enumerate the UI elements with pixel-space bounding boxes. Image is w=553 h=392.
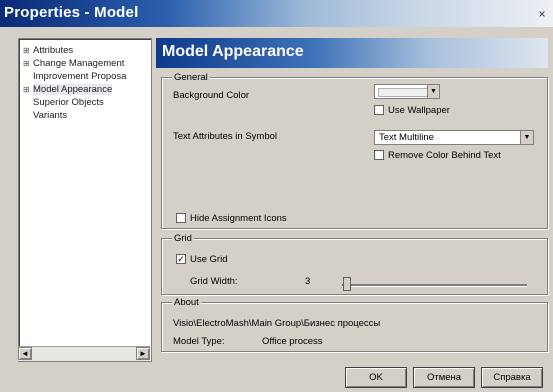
close-icon[interactable]: × <box>535 7 549 21</box>
color-swatch <box>378 88 430 97</box>
grid-legend: Grid <box>172 233 194 244</box>
grid-width-value: 3 <box>305 276 311 287</box>
general-legend: General <box>172 72 210 83</box>
ok-button[interactable]: OK <box>345 367 407 388</box>
panel-header: Model Appearance <box>156 38 548 68</box>
hide-icons-label: Hide Assignment Icons <box>190 213 287 224</box>
background-color-picker[interactable]: ▼ <box>374 84 440 99</box>
grid-width-label: Grid Width: <box>190 276 238 287</box>
text-attributes-select[interactable]: Text Multiline ▼ <box>374 130 534 145</box>
remove-color-label: Remove Color Behind Text <box>388 150 501 161</box>
remove-color-checkbox[interactable] <box>374 150 384 160</box>
chevron-down-icon[interactable]: ▼ <box>427 85 439 98</box>
text-attributes-value: Text Multiline <box>379 132 434 143</box>
navigation-tree[interactable]: ⊞ Attributes ⊞ Change Management Improveme… <box>18 38 152 362</box>
use-grid-label: Use Grid <box>190 254 228 265</box>
chevron-down-icon[interactable]: ▼ <box>520 131 533 144</box>
grid-width-slider-track[interactable] <box>342 284 527 287</box>
expand-icon[interactable]: ⊞ <box>23 46 33 55</box>
use-wallpaper-label: Use Wallpaper <box>388 105 450 116</box>
expand-icon[interactable]: ⊞ <box>23 59 33 68</box>
model-type-value: Office process <box>262 336 323 347</box>
tree-horizontal-scrollbar[interactable]: ◄ ► <box>18 346 150 361</box>
model-path: Visio\ElectroMash\Main Group\Бизнес проц… <box>173 318 381 329</box>
model-type-label: Model Type: <box>173 336 225 347</box>
window-title: Properties - Model <box>4 4 139 21</box>
tree-item-attributes[interactable]: ⊞ Attributes <box>23 45 73 56</box>
tree-item-improvement-proposals[interactable]: Improvement Proposa <box>23 71 126 82</box>
title-bar: Properties - Model × <box>0 0 553 27</box>
use-grid-checkbox[interactable]: ✓ <box>176 254 186 264</box>
cancel-button[interactable]: Отмена <box>413 367 475 388</box>
tree-item-superior-objects[interactable]: Superior Objects <box>23 97 104 108</box>
tree-item-variants[interactable]: Variants <box>23 110 67 121</box>
text-attributes-label: Text Attributes in Symbol <box>173 131 278 142</box>
grid-width-slider-thumb[interactable] <box>343 277 351 291</box>
background-color-label: Background Color <box>173 90 250 101</box>
expand-icon[interactable]: ⊞ <box>23 85 33 94</box>
tree-item-change-management[interactable]: ⊞ Change Management <box>23 58 124 69</box>
about-legend: About <box>172 297 201 308</box>
scroll-right-icon[interactable]: ► <box>136 347 150 360</box>
use-wallpaper-checkbox[interactable] <box>374 105 384 115</box>
panel-title: Model Appearance <box>162 43 304 60</box>
help-button[interactable]: Справка <box>481 367 543 388</box>
tree-item-model-appearance[interactable]: ⊞ Model Appearance <box>23 84 113 95</box>
hide-icons-checkbox[interactable] <box>176 213 186 223</box>
scroll-left-icon[interactable]: ◄ <box>18 347 32 360</box>
